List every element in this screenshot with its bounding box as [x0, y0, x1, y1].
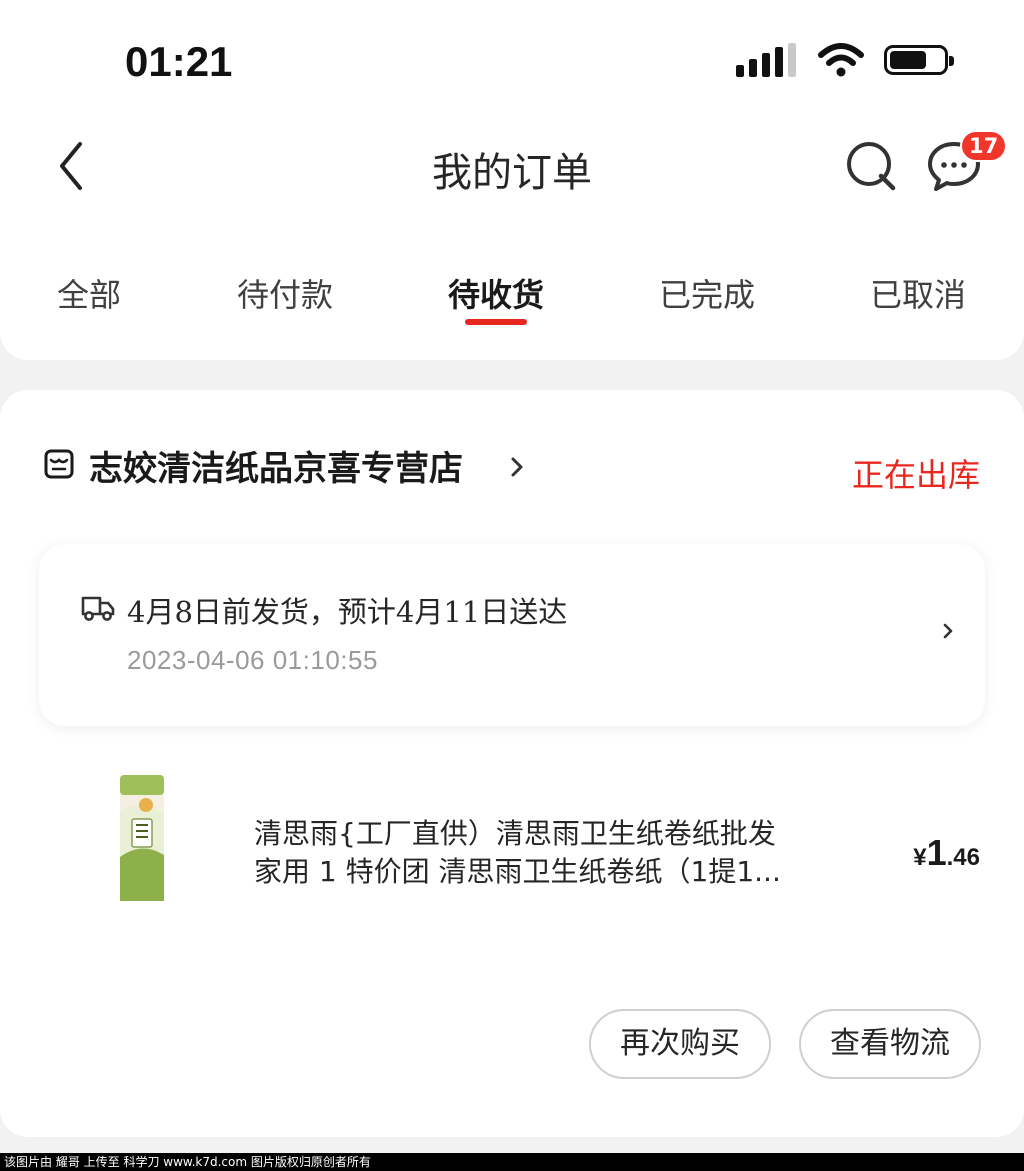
price-decimal: .46	[946, 844, 980, 871]
product-title[interactable]: 清思雨{工厂直供）清思雨卫生纸卷纸批发 家用 1 特价团 清思雨卫生纸卷纸（1提…	[254, 815, 864, 891]
status-time: 01:21	[125, 38, 233, 85]
store-name[interactable]: 志姣清洁纸品京喜专营店	[89, 441, 463, 490]
tab-cancelled[interactable]: 已取消	[870, 270, 966, 316]
watermark-text: 该图片由 耀哥 上传至 科学刀 www.k7d.com 图片版权归原创者所有	[0, 1153, 1024, 1171]
product-image[interactable]	[116, 775, 168, 901]
status-icons	[736, 42, 954, 78]
signal-icon	[736, 43, 796, 77]
price-symbol: ¥	[913, 844, 927, 871]
order-time: 2023-04-06 01:10:55	[127, 645, 378, 675]
product-price: ¥1.46	[913, 832, 980, 874]
wifi-icon	[818, 43, 864, 77]
store-icon	[44, 449, 74, 479]
active-tab-indicator	[465, 319, 527, 325]
tab-all[interactable]: 全部	[57, 270, 121, 316]
battery-icon	[884, 45, 954, 75]
tab-pending-payment[interactable]: 待付款	[237, 270, 333, 316]
chevron-right-icon[interactable]	[510, 456, 524, 478]
message-count-badge: 17	[960, 130, 1008, 162]
shipping-text: 4月8日前发货，预计4月11日送达	[127, 595, 568, 629]
rebuy-button[interactable]: 再次购买	[589, 1009, 771, 1079]
product-title-line: 清思雨{工厂直供）清思雨卫生纸卷纸批发	[254, 817, 776, 850]
product-title-line: 家用 1 特价团 清思雨卫生纸卷纸（1提1...	[254, 855, 781, 888]
search-icon[interactable]	[843, 138, 899, 194]
shipping-info[interactable]	[39, 544, 985, 726]
chevron-right-icon[interactable]	[942, 622, 954, 640]
truck-icon	[81, 596, 115, 621]
price-integer: 1	[926, 832, 947, 873]
tab-completed[interactable]: 已完成	[659, 270, 755, 316]
view-logistics-button[interactable]: 查看物流	[799, 1009, 981, 1079]
tab-pending-receipt[interactable]: 待收货	[448, 270, 544, 316]
order-status: 正在出库	[851, 456, 980, 494]
